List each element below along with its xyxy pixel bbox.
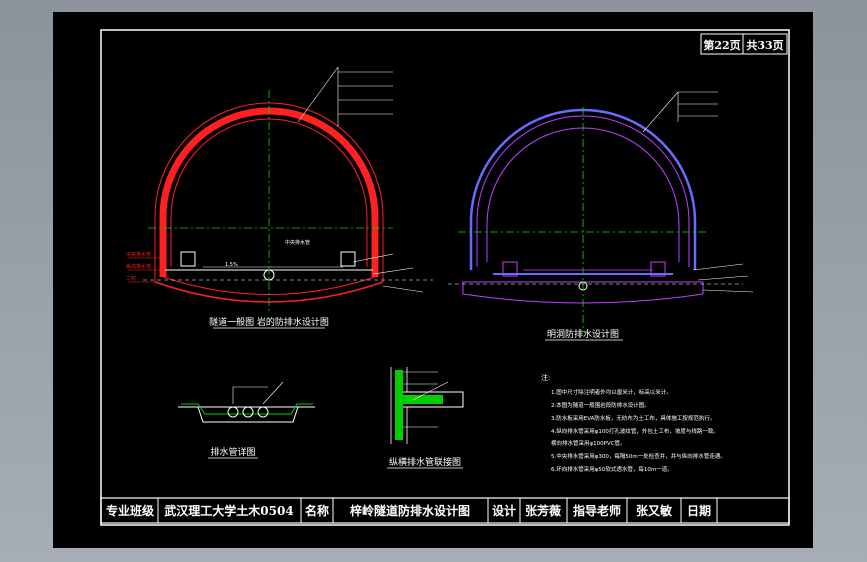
page-number-box: 第22页 共33页 [700,33,788,55]
page-total: 共33页 [746,38,783,52]
joint-detail: 纵横排水管联接图 [387,367,464,469]
notes-title: 注: [541,373,550,382]
design-label: 设计 [492,503,516,518]
left-tunnel-section: 中央排水管 纵向排水管 二衬 1.5% 中央排水管 隧道一般图 岩的防排水设计图 [126,66,433,329]
note-line-6: 5.中央排水管采用φ300，每隔50m一处检查井，并与纵向排水管连通。 [551,452,726,460]
major-label: 专业班级 [106,503,154,518]
drain-detail-title: 排水管详图 [210,446,255,458]
name-label: 名称 [305,503,329,518]
drain-pipe-detail: 排水管详图 [178,381,315,459]
name-value: 梓岭隧道防排水设计图 [350,503,470,518]
advisor-value: 张又敏 [636,503,673,518]
left-callout-2: 纵向排水管 [126,263,151,270]
major-value: 武汉理工大学土木0504 [164,503,293,518]
note-line-2: 2.本图为隧道一般围岩段防排水设计图。 [551,401,650,409]
left-slope-label: 1.5% [225,262,238,268]
left-callout-1: 中央排水管 [126,251,151,258]
note-line-7: 6.环向排水管采用φ50软式透水管，每10m一道。 [551,465,673,473]
page-current: 第22页 [703,38,740,52]
left-callout-3: 二衬 [126,275,136,282]
notes-block: 注: 1.图中尺寸除注明者外均以厘米计，标高以米计。 2.本图为隧道一般围岩段防… [541,373,726,473]
advisor-label: 指导老师 [573,503,621,518]
design-value: 张芳薇 [525,503,561,518]
left-center-label: 中央排水管 [285,239,310,246]
cad-viewport[interactable]: 第22页 共33页 中央排水管 纵向排水管 二衬 1.5% 中央排水管 隧道一般… [53,12,813,548]
title-block: 专业班级 武汉理工大学土木0504 名称 梓岭隧道防排水设计图 设计 张芳薇 指… [100,497,790,524]
cad-drawing: 第22页 共33页 中央排水管 纵向排水管 二衬 1.5% 中央排水管 隧道一般… [100,29,790,526]
right-tunnel-section: 明洞防排水设计图 [448,91,754,341]
joint-detail-title: 纵横排水管联接图 [389,456,461,468]
date-label: 日期 [687,503,711,518]
note-line-1: 1.图中尺寸除注明者外均以厘米计，标高以米计。 [551,388,672,396]
note-line-3: 3.防水板采用EVA防水板，无纺布为土工布，具体施工按规范执行。 [551,414,715,422]
note-line-4: 4.纵向排水管采用φ100打孔波纹管，外包土工布，坡度与线路一致。 [551,427,719,435]
left-tunnel-title: 隧道一般图 岩的防排水设计图 [209,316,329,328]
note-line-5: 横向排水管采用φ100PVC管。 [551,439,626,447]
right-tunnel-title: 明洞防排水设计图 [547,328,619,340]
